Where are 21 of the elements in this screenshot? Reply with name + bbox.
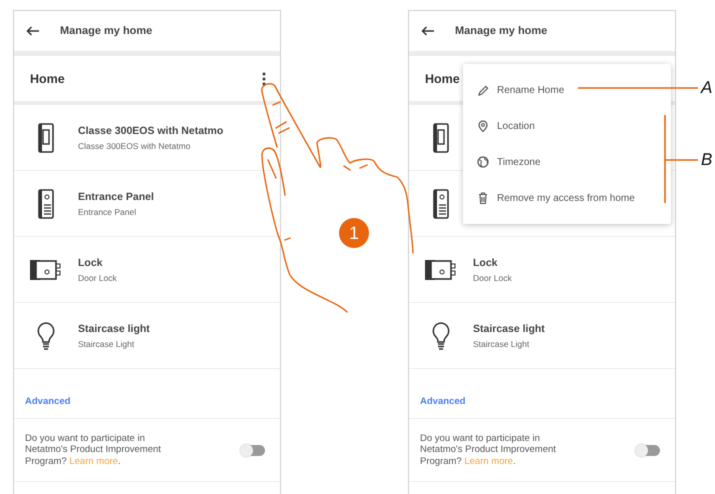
device-name: Lock [78, 256, 104, 268]
screen-title: Manage my home [60, 25, 152, 37]
callout-label: A [701, 78, 712, 98]
step-badge: 1 [339, 218, 369, 248]
callout-label: B [701, 150, 712, 170]
device-type: Classe 300EOS with Netatmo [78, 140, 192, 150]
participation-text: Do you want to participate in Netatmo's Product Improvement Program? Learn more. [25, 432, 162, 468]
home-title: Home [425, 72, 460, 86]
device-type: Staircase Light [473, 338, 530, 348]
device-type: Staircase Light [78, 338, 136, 348]
screen-title: Manage my home [455, 25, 548, 37]
device-name: Classe 300EOS with Netatmo [78, 124, 224, 136]
device-name: Lock [473, 256, 499, 268]
device-name: Staircase light [473, 322, 545, 334]
device-name: Entrance Panel [78, 190, 154, 202]
device-type: Door Lock [473, 272, 512, 282]
participation-text: Do you want to participate in Netatmo's Product Improvement Program? Learn more. [420, 432, 557, 468]
home-title: Home [30, 72, 65, 86]
device-type: Door Lock [78, 272, 117, 282]
device-type: Entrance Panel [78, 206, 138, 216]
device-name: Staircase light [78, 322, 150, 334]
